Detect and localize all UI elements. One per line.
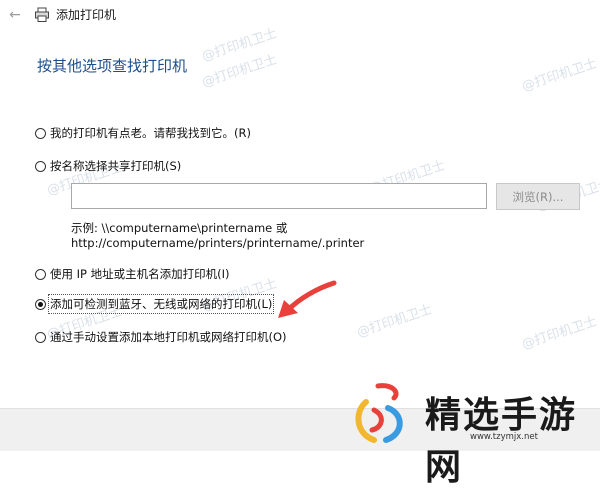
window-title: 添加打印机 [56, 8, 117, 22]
option-label: 通过手动设置添加本地打印机或网络打印机(O) [50, 330, 287, 344]
option-label: 我的打印机有点老。请帮我找到它。(R) [50, 126, 251, 140]
watermark-text: @打印机卫士 [520, 56, 600, 95]
option-label: 按名称选择共享打印机(S) [50, 159, 182, 173]
browse-button[interactable]: 浏览(R)... [496, 183, 580, 210]
option-label: 使用 IP 地址或主机名添加打印机(I) [50, 267, 230, 281]
radio-ip-address[interactable] [35, 268, 46, 280]
logo-swirl-icon [355, 383, 403, 443]
option-ip-address[interactable]: 使用 IP 地址或主机名添加打印机(I) [35, 265, 230, 283]
radio-old-printer[interactable] [35, 127, 46, 139]
printer-icon [35, 7, 49, 22]
example-line-2: http://computername/printers/printername… [71, 236, 365, 250]
annotation-arrow-icon [278, 280, 337, 318]
option-shared-by-name[interactable]: 按名称选择共享打印机(S) [35, 157, 181, 175]
radio-manual-setup[interactable] [35, 331, 46, 343]
example-line-1: 示例: \\computername\printername 或 [71, 221, 288, 235]
watermark-text: @打印机卫士 [355, 302, 435, 341]
radio-bluetooth-wireless[interactable] [35, 298, 46, 310]
watermark-text: @打印机卫士 [520, 314, 600, 353]
option-label: 添加可检测到蓝牙、无线或网络的打印机(L) [47, 294, 275, 314]
radio-shared-by-name[interactable] [35, 160, 46, 172]
back-arrow-icon[interactable]: ← [6, 6, 24, 24]
logo-url: www.tzymjx.net [470, 432, 538, 442]
shared-printer-name-input[interactable] [71, 183, 487, 209]
title-bar: ← 添加打印机 [0, 0, 600, 32]
option-bluetooth-wireless[interactable]: 添加可检测到蓝牙、无线或网络的打印机(L) [35, 294, 275, 314]
option-old-printer[interactable]: 我的打印机有点老。请帮我找到它。(R) [35, 124, 251, 142]
page-heading: 按其他选项查找打印机 [37, 57, 188, 75]
option-manual-setup[interactable]: 通过手动设置添加本地打印机或网络打印机(O) [35, 328, 287, 346]
